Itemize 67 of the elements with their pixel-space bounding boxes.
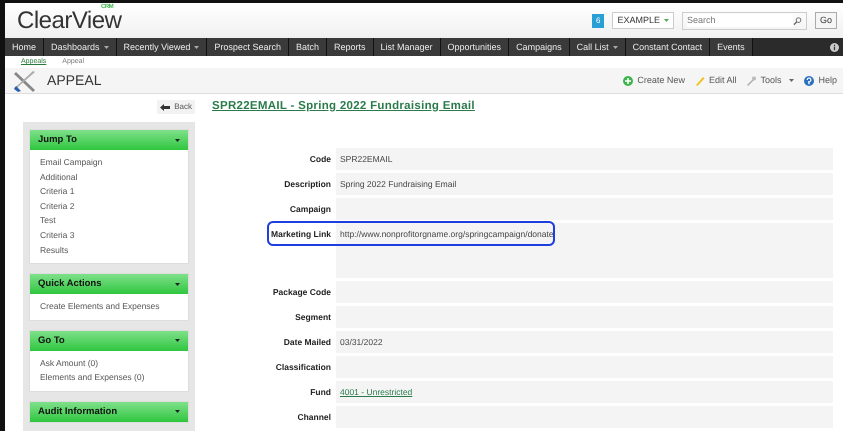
field-label: Campaign bbox=[288, 203, 332, 216]
caret-icon bbox=[175, 138, 180, 142]
back-button[interactable]: Back bbox=[157, 100, 195, 114]
field-label: Fund bbox=[309, 386, 332, 400]
sidebar-link[interactable]: Elements and Expenses (0) bbox=[40, 370, 178, 385]
sidebar-link[interactable]: Criteria 2 bbox=[40, 198, 178, 214]
sidebar-link[interactable]: Results bbox=[40, 242, 178, 258]
search-field[interactable]: Search bbox=[682, 12, 807, 30]
action-link[interactable]: Help bbox=[804, 74, 837, 88]
nav-item[interactable]: Events bbox=[710, 38, 753, 56]
go-button[interactable]: Go bbox=[814, 12, 837, 30]
caret-icon bbox=[175, 410, 180, 414]
nav-item[interactable]: List Manager bbox=[374, 38, 441, 56]
nav-item[interactable]: Reports bbox=[326, 38, 374, 56]
panel-header[interactable]: Quick Actions bbox=[30, 274, 188, 294]
panel-header[interactable]: Audit Information bbox=[30, 402, 188, 422]
caret-icon bbox=[175, 339, 180, 342]
nav-item[interactable]: Call List bbox=[570, 38, 626, 56]
page-title: APPEAL bbox=[47, 71, 102, 90]
field-label: Classification bbox=[274, 361, 332, 374]
panel-header[interactable]: Jump To bbox=[30, 130, 188, 150]
nav-item[interactable]: Dashboards bbox=[44, 38, 117, 56]
nav-item[interactable]: Home bbox=[5, 38, 44, 56]
value-text: SPR22EMAIL bbox=[340, 154, 392, 164]
pencil-icon bbox=[694, 76, 705, 86]
fund-link[interactable]: 4001 - Unrestricted bbox=[340, 387, 412, 398]
nav-item[interactable]: Prospect Search bbox=[207, 38, 289, 56]
field-label: Description bbox=[283, 178, 332, 192]
help-icon bbox=[804, 76, 814, 86]
sidebar-link[interactable]: Criteria 1 bbox=[40, 184, 178, 199]
value-text: Spring 2022 Fundraising Email bbox=[340, 179, 456, 190]
sidebar-link[interactable]: Create Elements and Expenses bbox=[40, 299, 178, 314]
sidebar-link[interactable]: Email Campaign bbox=[40, 155, 178, 170]
nav-item[interactable]: Campaigns bbox=[509, 38, 570, 56]
field-label: Marketing Link bbox=[270, 228, 332, 242]
action-link[interactable]: Create New bbox=[623, 74, 685, 88]
search-icon bbox=[792, 16, 802, 26]
record-title[interactable]: SPR22EMAIL - Spring 2022 Fundraising Email bbox=[212, 98, 833, 116]
sidebar-link[interactable]: Criteria 3 bbox=[40, 228, 178, 243]
wrench-icon bbox=[746, 76, 756, 86]
caret-icon bbox=[175, 282, 180, 286]
field-label: Channel bbox=[296, 411, 332, 424]
sidebar-link[interactable]: Ask Amount (0) bbox=[40, 356, 178, 370]
field-label: Code bbox=[308, 153, 332, 166]
value-text: http://www.nonprofitorgname.org/springcampaign/donate bbox=[340, 229, 554, 240]
caret-icon bbox=[612, 46, 618, 48]
caret-icon bbox=[789, 79, 794, 82]
value-text: 03/31/2022 bbox=[340, 337, 383, 348]
caret-icon bbox=[664, 19, 669, 22]
nav-item[interactable]: Recently Viewed bbox=[116, 38, 208, 56]
caret-icon bbox=[104, 46, 109, 48]
info-icon[interactable] bbox=[830, 42, 839, 52]
field-label: Segment bbox=[294, 311, 332, 324]
sidebar-link[interactable]: Test bbox=[40, 213, 178, 228]
action-link[interactable]: Edit All bbox=[694, 74, 736, 88]
nav-item[interactable]: Constant Contact bbox=[626, 38, 710, 56]
org-select[interactable]: EXAMPLE bbox=[612, 12, 674, 30]
field-label: Date Mailed bbox=[282, 336, 332, 350]
field-label: Package Code bbox=[272, 286, 332, 300]
nav-item[interactable]: Batch bbox=[288, 38, 327, 56]
action-link[interactable]: Tools bbox=[746, 74, 794, 88]
sidebar-link[interactable]: Additional bbox=[40, 170, 178, 184]
nav-item[interactable]: Opportunities bbox=[440, 38, 510, 56]
caret-icon bbox=[194, 46, 200, 48]
plus-icon bbox=[623, 76, 634, 86]
panel-header[interactable]: Go To bbox=[30, 330, 188, 351]
arrow-left-icon bbox=[160, 104, 170, 110]
